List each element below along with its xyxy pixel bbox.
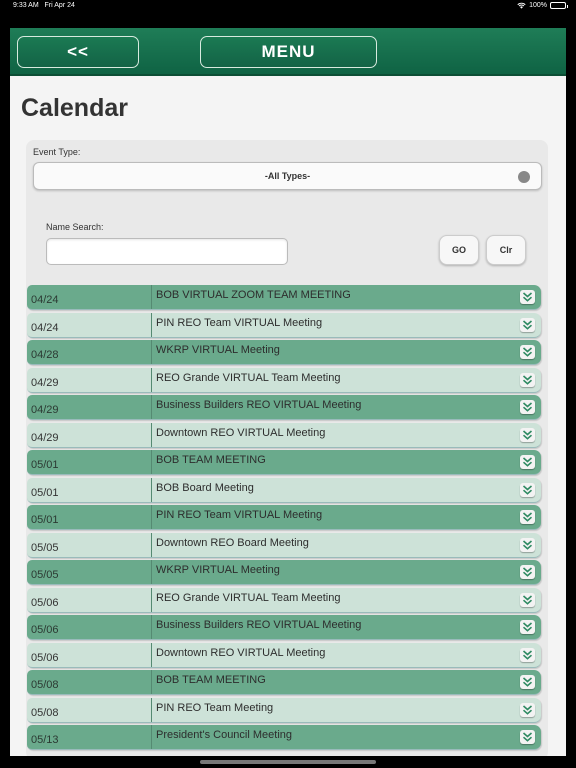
event-row[interactable]: 05/01 PIN REO Team VIRTUAL Meeting: [27, 505, 541, 530]
event-date: 05/13: [27, 725, 152, 749]
event-date: 05/01: [27, 450, 152, 474]
event-row[interactable]: 05/08 PIN REO Team Meeting: [27, 697, 541, 723]
event-title: BOB TEAM MEETING: [156, 674, 266, 686]
event-date: 05/01: [27, 505, 152, 529]
chevron-double-down-icon[interactable]: [520, 482, 535, 497]
event-row[interactable]: 05/08 BOB TEAM MEETING: [27, 670, 541, 695]
event-date: 05/01: [27, 477, 152, 502]
chevron-double-down-icon[interactable]: [520, 427, 535, 442]
chevron-double-down-icon[interactable]: [520, 730, 535, 744]
chevron-double-down-icon[interactable]: [520, 702, 535, 717]
chevron-double-down-icon[interactable]: [520, 620, 535, 634]
event-row[interactable]: 05/06 REO Grande VIRTUAL Team Meeting: [27, 587, 541, 613]
clear-button[interactable]: Clr: [486, 235, 526, 265]
event-row[interactable]: 05/01 BOB Board Meeting: [27, 477, 541, 503]
chevron-double-down-icon[interactable]: [520, 317, 535, 332]
event-date: 04/29: [27, 395, 152, 419]
back-button[interactable]: <<: [17, 36, 139, 68]
chevron-double-down-icon[interactable]: [520, 537, 535, 552]
top-nav-bar: << MENU: [10, 28, 566, 76]
event-row[interactable]: 04/28 WKRP VIRTUAL Meeting: [27, 340, 541, 365]
event-title: REO Grande VIRTUAL Team Meeting: [156, 371, 341, 384]
event-row[interactable]: 04/24 PIN REO Team VIRTUAL Meeting: [27, 312, 541, 338]
event-row[interactable]: 05/06 Downtown REO VIRTUAL Meeting: [27, 642, 541, 668]
event-row[interactable]: 04/29 REO Grande VIRTUAL Team Meeting: [27, 367, 541, 393]
event-row[interactable]: 04/29 Business Builders REO VIRTUAL Meeti…: [27, 395, 541, 420]
event-title: PIN REO Team VIRTUAL Meeting: [156, 509, 323, 521]
chevron-double-down-icon[interactable]: [520, 592, 535, 607]
status-time-date: 9:33 AM Fri Apr 24: [13, 2, 75, 9]
event-date: 05/05: [27, 560, 152, 584]
event-row[interactable]: 05/06 Business Builders REO VIRTUAL Meeti…: [27, 615, 541, 640]
event-row[interactable]: 05/13 President's Council Meeting: [27, 725, 541, 750]
wifi-icon: [517, 2, 526, 9]
event-title: President's Council Meeting: [156, 729, 293, 741]
event-title: WKRP VIRTUAL Meeting: [156, 344, 280, 356]
event-date: 05/06: [27, 587, 152, 612]
status-bar: 9:33 AM Fri Apr 24 100%: [0, 0, 576, 14]
event-date: 05/08: [27, 670, 152, 694]
event-date: 04/28: [27, 340, 152, 364]
battery-percent: 100%: [529, 2, 547, 9]
event-title: BOB TEAM MEETING: [156, 454, 266, 466]
page-title: Calendar: [21, 94, 128, 122]
event-title: REO Grande VIRTUAL Team Meeting: [156, 591, 341, 604]
event-title: Downtown REO VIRTUAL Meeting: [156, 646, 326, 659]
menu-button[interactable]: MENU: [200, 36, 377, 68]
event-title: Business Builders REO VIRTUAL Meeting: [156, 399, 362, 411]
event-date: 04/24: [27, 285, 152, 309]
event-row[interactable]: 05/01 BOB TEAM MEETING: [27, 450, 541, 475]
event-type-value: -All Types-: [264, 171, 311, 181]
event-title: PIN REO Team VIRTUAL Meeting: [156, 316, 323, 329]
go-button[interactable]: GO: [439, 235, 479, 265]
event-date: 05/05: [27, 532, 152, 557]
event-row[interactable]: 04/24 BOB VIRTUAL ZOOM TEAM MEETING: [27, 285, 541, 310]
chevron-double-down-icon[interactable]: [520, 290, 535, 304]
chevron-double-down-icon[interactable]: [520, 675, 535, 689]
status-right: 100%: [517, 2, 568, 9]
chevron-double-down-icon[interactable]: [520, 345, 535, 359]
chevron-double-down-icon[interactable]: [520, 400, 535, 414]
event-row[interactable]: 05/05 WKRP VIRTUAL Meeting: [27, 560, 541, 585]
event-date: 05/08: [27, 697, 152, 722]
event-date: 04/29: [27, 367, 152, 392]
event-type-select[interactable]: -All Types-: [33, 162, 542, 190]
event-row[interactable]: 05/05 Downtown REO Board Meeting: [27, 532, 541, 558]
name-search-input[interactable]: [46, 238, 288, 265]
event-date: 04/29: [27, 422, 152, 447]
chevron-double-down-icon[interactable]: [520, 565, 535, 579]
event-date: 04/24: [27, 312, 152, 337]
battery-icon: [550, 2, 568, 9]
event-title: Downtown REO VIRTUAL Meeting: [156, 426, 326, 439]
chevron-double-down-icon[interactable]: [520, 372, 535, 387]
event-date: 05/06: [27, 642, 152, 667]
chevron-double-down-icon[interactable]: [520, 510, 535, 524]
event-title: PIN REO Team Meeting: [156, 701, 274, 714]
event-title: Business Builders REO VIRTUAL Meeting: [156, 619, 362, 631]
event-title: Downtown REO Board Meeting: [156, 536, 309, 549]
event-title: WKRP VIRTUAL Meeting: [156, 564, 280, 576]
radio-dot-icon: [518, 171, 530, 183]
event-list: 04/24 BOB VIRTUAL ZOOM TEAM MEETING 04/24 P…: [27, 285, 541, 753]
name-search-label: Name Search:: [46, 222, 104, 232]
chevron-double-down-icon[interactable]: [520, 647, 535, 662]
event-date: 05/06: [27, 615, 152, 639]
event-title: BOB VIRTUAL ZOOM TEAM MEETING: [156, 289, 351, 301]
chevron-double-down-icon[interactable]: [520, 455, 535, 469]
event-row[interactable]: 04/29 Downtown REO VIRTUAL Meeting: [27, 422, 541, 448]
event-type-label: Event Type:: [33, 147, 81, 157]
home-indicator[interactable]: [200, 760, 376, 764]
event-title: BOB Board Meeting: [156, 481, 254, 494]
